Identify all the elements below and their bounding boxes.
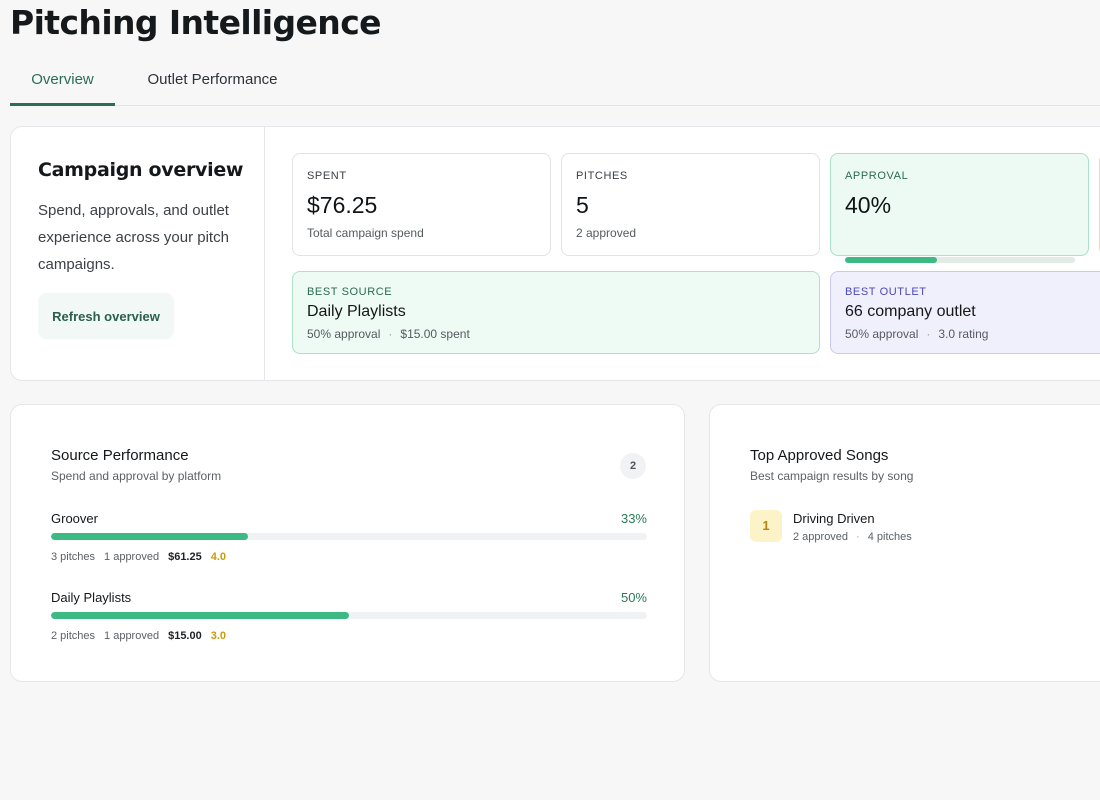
source-progress-bar bbox=[51, 533, 647, 540]
separator-dot: · bbox=[926, 327, 931, 341]
approval-progress-fill bbox=[845, 257, 937, 263]
spent-caption: Total campaign spend bbox=[307, 226, 424, 240]
top-approved-songs-card: Top Approved Songs Best campaign results… bbox=[709, 404, 1100, 682]
source-row: Groover 33% 3 pitches 1 approved $61.25 4.0 bbox=[51, 511, 647, 571]
best-source-card: BEST SOURCE Daily Playlists 50% approval… bbox=[292, 271, 820, 354]
song-meta: 2 approved · 4 pitches bbox=[793, 531, 912, 543]
source-row: Daily Playlists 50% 2 pitches 1 approved $… bbox=[51, 590, 647, 650]
source-name: Daily Playlists bbox=[51, 590, 132, 605]
top-songs-title: Top Approved Songs bbox=[750, 447, 889, 464]
source-approved: 1 approved bbox=[104, 551, 160, 563]
best-source-meta: 50% approval · $15.00 spent bbox=[307, 327, 470, 341]
source-spend: $15.00 bbox=[168, 630, 202, 642]
best-outlet-approval: 50% approval bbox=[845, 327, 919, 341]
song-rank-badge: 1 bbox=[750, 510, 782, 542]
source-performance-title: Source Performance bbox=[51, 447, 189, 464]
refresh-overview-button[interactable]: Refresh overview bbox=[38, 293, 174, 339]
spent-stat-card: SPENT $76.25 Total campaign spend bbox=[292, 153, 551, 256]
source-count-badge: 2 bbox=[620, 453, 646, 479]
source-pitches: 2 pitches bbox=[51, 630, 96, 642]
best-outlet-name: 66 company outlet bbox=[845, 303, 976, 320]
overview-intro: Campaign overview Spend, approvals, and … bbox=[11, 127, 265, 380]
spent-label: SPENT bbox=[307, 170, 347, 182]
top-songs-subtitle: Best campaign results by song bbox=[750, 469, 914, 483]
song-pitches: 4 pitches bbox=[867, 531, 912, 543]
pitches-caption: 2 approved bbox=[576, 226, 637, 240]
source-performance-card: Source Performance Spend and approval by… bbox=[10, 404, 685, 682]
best-outlet-card: BEST OUTLET 66 company outlet 50% approv… bbox=[830, 271, 1100, 354]
pitches-label: PITCHES bbox=[576, 170, 628, 182]
approval-value: 40% bbox=[845, 192, 892, 218]
best-outlet-label: BEST OUTLET bbox=[845, 286, 927, 298]
overview-description: Spend, approvals, and outlet experience … bbox=[38, 202, 229, 273]
source-meta: 3 pitches 1 approved $61.25 4.0 bbox=[51, 551, 235, 563]
song-approved: 2 approved bbox=[793, 531, 849, 543]
overview-heading: Campaign overview bbox=[38, 159, 244, 181]
source-rating: 3.0 bbox=[210, 630, 227, 642]
best-source-approval: 50% approval bbox=[307, 327, 381, 341]
tab-overview[interactable]: Overview bbox=[10, 58, 115, 106]
approval-stat-card: APPROVAL 40% bbox=[830, 153, 1089, 263]
source-name: Groover bbox=[51, 511, 98, 526]
source-progress-fill bbox=[51, 533, 248, 540]
best-outlet-meta: 50% approval · 3.0 rating bbox=[845, 327, 988, 341]
best-source-name: Daily Playlists bbox=[307, 303, 406, 320]
spent-value: $76.25 bbox=[307, 192, 378, 218]
source-pitches: 3 pitches bbox=[51, 551, 96, 563]
pitches-value: 5 bbox=[576, 192, 589, 218]
source-rating: 4.0 bbox=[210, 551, 227, 563]
source-spend: $61.25 bbox=[168, 551, 202, 563]
best-outlet-rating: 3.0 rating bbox=[938, 327, 989, 341]
campaign-overview-card: Campaign overview Spend, approvals, and … bbox=[10, 126, 1100, 381]
source-progress-bar bbox=[51, 612, 647, 619]
source-approval-percent: 33% bbox=[620, 511, 647, 526]
source-approval-percent: 50% bbox=[620, 590, 647, 605]
song-name: Driving Driven bbox=[793, 511, 875, 526]
page-title: Pitching Intelligence bbox=[10, 3, 382, 42]
tab-bar: Overview Outlet Performance bbox=[10, 58, 1100, 106]
source-progress-fill bbox=[51, 612, 349, 619]
pitches-stat-card: PITCHES 5 2 approved bbox=[561, 153, 820, 256]
approval-progress-bar bbox=[845, 257, 1075, 263]
source-performance-subtitle: Spend and approval by platform bbox=[51, 469, 222, 483]
tab-outlet-performance[interactable]: Outlet Performance bbox=[125, 58, 300, 106]
source-meta: 2 pitches 1 approved $15.00 3.0 bbox=[51, 630, 235, 642]
approval-label: APPROVAL bbox=[845, 170, 909, 182]
song-list-item: 1 Driving Driven 2 approved · 4 pitches bbox=[750, 510, 1080, 544]
source-approved: 1 approved bbox=[104, 630, 160, 642]
best-source-label: BEST SOURCE bbox=[307, 286, 393, 298]
separator-dot: · bbox=[856, 531, 860, 543]
best-source-spent: $15.00 spent bbox=[400, 327, 470, 341]
separator-dot: · bbox=[388, 327, 393, 341]
